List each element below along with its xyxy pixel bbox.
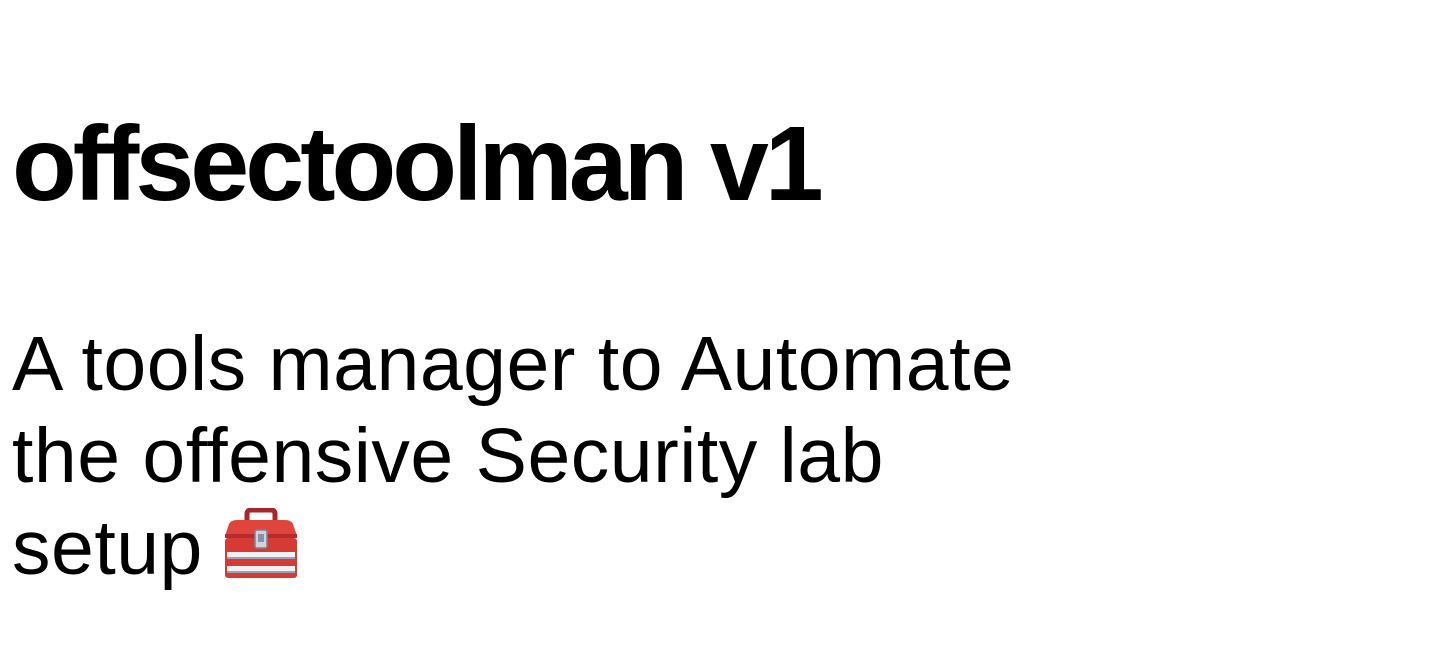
page-title: offsectoolman v1	[12, 105, 824, 223]
tagline-line-3-text: setup	[12, 505, 203, 591]
tagline-line-2: the offensive Security lab	[12, 413, 884, 499]
tagline-line-1: A tools manager to Automate	[12, 321, 1015, 407]
tagline-line-3: setup	[12, 502, 1092, 594]
toolbox-icon	[221, 508, 301, 580]
tagline: A tools manager to Automate the offensiv…	[12, 318, 1092, 594]
readme-header: offsectoolman v1 A tools manager to Auto…	[12, 0, 1412, 654]
